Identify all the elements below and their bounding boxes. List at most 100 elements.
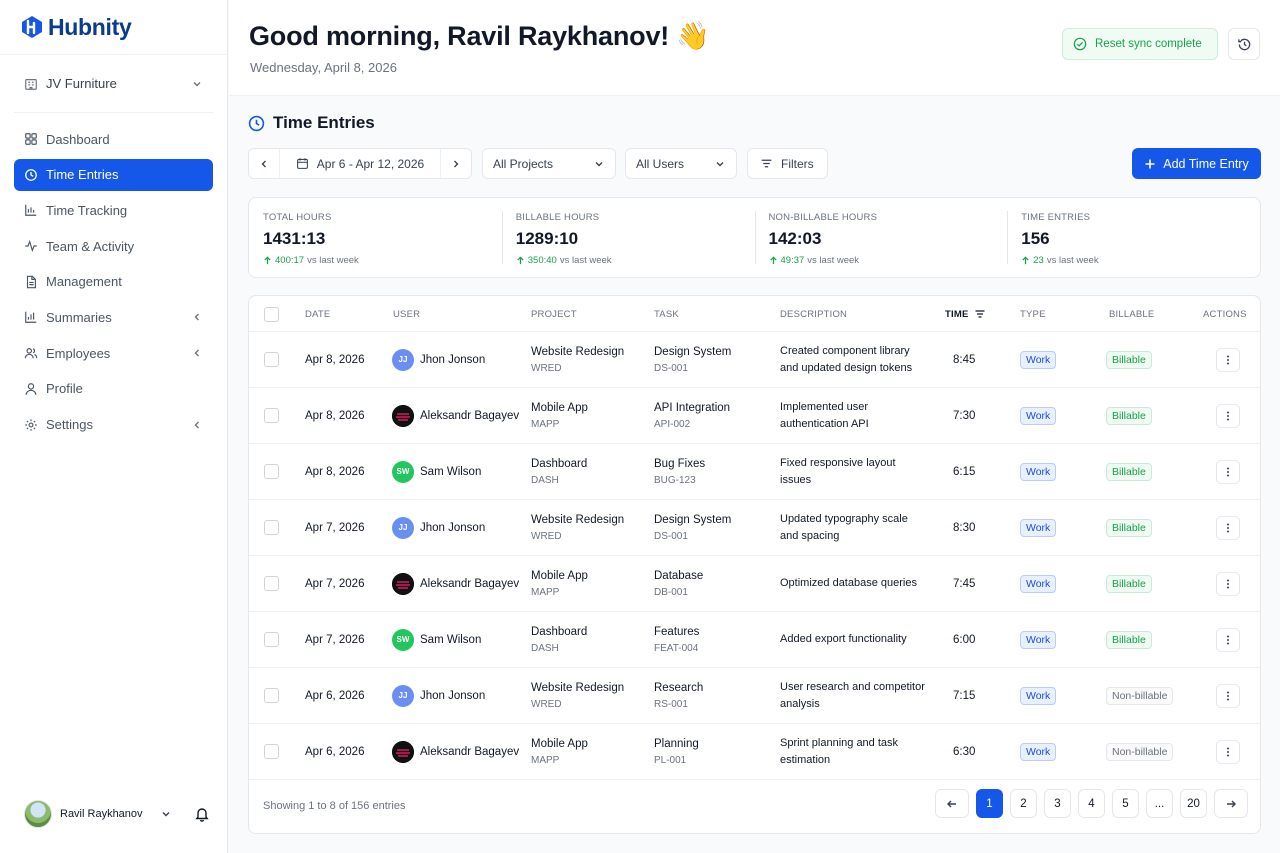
user-name: Aleksandr Bagayev: [420, 577, 520, 590]
table-row[interactable]: Apr 7, 2026 SW Sam Wilson Dashboard DASH Feat…: [249, 612, 1260, 668]
row-actions-button[interactable]: [1216, 403, 1240, 428]
row-actions-button[interactable]: [1216, 683, 1240, 708]
col-billable[interactable]: BILLABLE: [1109, 296, 1154, 332]
page-title: Time Entries: [273, 113, 375, 132]
entry-date: Apr 6, 2026: [305, 745, 365, 758]
task-code: FEAT-004: [654, 642, 699, 654]
task-name: Research: [654, 681, 704, 694]
col-time[interactable]: TIME: [945, 296, 986, 332]
dashboard-icon: [25, 133, 37, 145]
page-ellipsis[interactable]: ...: [1146, 789, 1173, 818]
task-code: DS-001: [654, 530, 688, 542]
page-number: 1: [986, 797, 993, 810]
row-checkbox[interactable]: [264, 352, 279, 367]
col-user[interactable]: USER: [393, 296, 420, 332]
users-dropdown[interactable]: All Users: [625, 148, 737, 179]
row-actions-button[interactable]: [1216, 347, 1240, 372]
row-actions-button[interactable]: [1216, 627, 1240, 652]
project-name: Mobile App: [531, 401, 588, 414]
task-name: Design System: [654, 345, 732, 358]
sidebar-item-dashboard[interactable]: Dashboard: [14, 123, 213, 155]
sidebar-item-summaries[interactable]: Summaries: [14, 301, 213, 333]
sidebar-item-team-activity[interactable]: Team & Activity: [14, 230, 213, 262]
table-row[interactable]: Apr 8, 2026 SW Sam Wilson Dashboard DASH Bug …: [249, 444, 1260, 500]
user-name: Jhon Jonson: [420, 521, 486, 534]
projects-dropdown[interactable]: All Projects: [482, 148, 616, 179]
entry-description-cell: User research and competitor analysis: [780, 668, 925, 723]
table-row[interactable]: Apr 8, 2026 JJ Jhon Jonson Website Redesign…: [249, 332, 1260, 388]
filter-lines-icon: [761, 159, 772, 168]
entry-task: Database DB-001: [654, 556, 703, 611]
next-week-button[interactable]: [441, 149, 471, 178]
task-name: Design System: [654, 513, 732, 526]
brand-name: Hubnity: [48, 13, 132, 40]
date-range-button[interactable]: Apr 6 - Apr 12, 2026: [279, 149, 441, 178]
row-actions-button[interactable]: [1216, 515, 1240, 540]
page-number: 20: [1187, 797, 1200, 810]
row-checkbox[interactable]: [264, 744, 279, 759]
bell-icon[interactable]: [194, 806, 210, 822]
document-icon: [26, 275, 36, 289]
col-date[interactable]: DATE: [305, 296, 330, 332]
user-menu[interactable]: Ravil Raykhanov: [24, 799, 210, 829]
filters-button[interactable]: Filters: [747, 148, 828, 179]
entry-project: Dashboard DASH: [531, 444, 587, 499]
row-checkbox[interactable]: [264, 408, 279, 423]
entry-type-cell: Work: [1020, 332, 1057, 387]
row-actions-button[interactable]: [1216, 571, 1240, 596]
task-code: PL-001: [654, 754, 687, 766]
row-checkbox[interactable]: [264, 464, 279, 479]
entry-description: Optimized database queries: [780, 577, 917, 589]
project-code: MAPP: [531, 418, 560, 430]
stat-label: TOTAL HOURS: [263, 212, 332, 223]
col-type[interactable]: TYPE: [1020, 296, 1046, 332]
task-name: Bug Fixes: [654, 457, 706, 470]
type-badge: Work: [1020, 574, 1057, 593]
prev-week-button[interactable]: [249, 149, 279, 178]
arrow-left-icon: [947, 800, 956, 807]
chevron-left-icon: [261, 160, 266, 167]
entry-type-cell: Work: [1020, 724, 1057, 779]
sidebar-item-profile[interactable]: Profile: [14, 373, 213, 405]
select-all-checkbox[interactable]: [264, 306, 279, 322]
table-row[interactable]: Apr 6, 2026 JJ Jhon Jonson Website Redesign…: [249, 668, 1260, 724]
row-checkbox[interactable]: [264, 520, 279, 535]
row-checkbox[interactable]: [264, 632, 279, 647]
table-row[interactable]: Apr 7, 2026 Aleksandr Bagayev Mobile App MA…: [249, 556, 1260, 612]
sidebar-item-settings[interactable]: Settings: [14, 409, 213, 441]
entry-user: Aleksandr Bagayev: [392, 556, 519, 611]
col-project[interactable]: PROJECT: [531, 296, 577, 332]
history-button[interactable]: [1228, 28, 1260, 60]
col-task[interactable]: TASK: [654, 296, 679, 332]
billable-badge: Billable: [1106, 406, 1152, 425]
date-range-picker: Apr 6 - Apr 12, 2026: [248, 148, 472, 179]
row-actions-button[interactable]: [1216, 739, 1240, 764]
page-button[interactable]: 20: [1180, 789, 1207, 818]
page-button[interactable]: 5: [1112, 789, 1139, 818]
row-checkbox[interactable]: [264, 576, 279, 591]
logo[interactable]: Hubnity: [0, 0, 227, 55]
sidebar-item-time-entries[interactable]: Time Entries: [14, 158, 213, 191]
prev-page-button[interactable]: [935, 789, 969, 818]
page-button[interactable]: 1: [976, 789, 1003, 818]
sidebar-item-time-tracking[interactable]: Time Tracking: [14, 194, 213, 226]
sidebar-item-management[interactable]: Management: [14, 266, 213, 298]
table-row[interactable]: Apr 7, 2026 JJ Jhon Jonson Website Redesign…: [249, 500, 1260, 556]
row-checkbox[interactable]: [264, 688, 279, 703]
table-footer: Showing 1 to 8 of 156 entries 1 2 3 4 5... 20: [249, 778, 1260, 833]
page-button[interactable]: 4: [1078, 789, 1105, 818]
next-page-button[interactable]: [1214, 789, 1248, 818]
page-button[interactable]: 2: [1010, 789, 1037, 818]
col-description[interactable]: DESCRIPTION: [780, 296, 847, 332]
sidebar-item-label: Settings: [46, 417, 93, 432]
billable-badge: Billable: [1106, 462, 1152, 481]
add-time-entry-button[interactable]: Add Time Entry: [1132, 148, 1261, 179]
page-button[interactable]: 3: [1044, 789, 1071, 818]
type-badge: Work: [1020, 742, 1057, 761]
row-actions-button[interactable]: [1216, 459, 1240, 484]
table-row[interactable]: Apr 8, 2026 Aleksandr Bagayev Mobile App MA…: [249, 388, 1260, 444]
sidebar-item-employees[interactable]: Employees: [14, 337, 213, 369]
table-row[interactable]: Apr 6, 2026 Aleksandr Bagayev Mobile App MA…: [249, 724, 1260, 780]
users-dropdown-label: All Users: [636, 156, 685, 171]
workspace-selector[interactable]: JV Furniture: [14, 65, 213, 113]
